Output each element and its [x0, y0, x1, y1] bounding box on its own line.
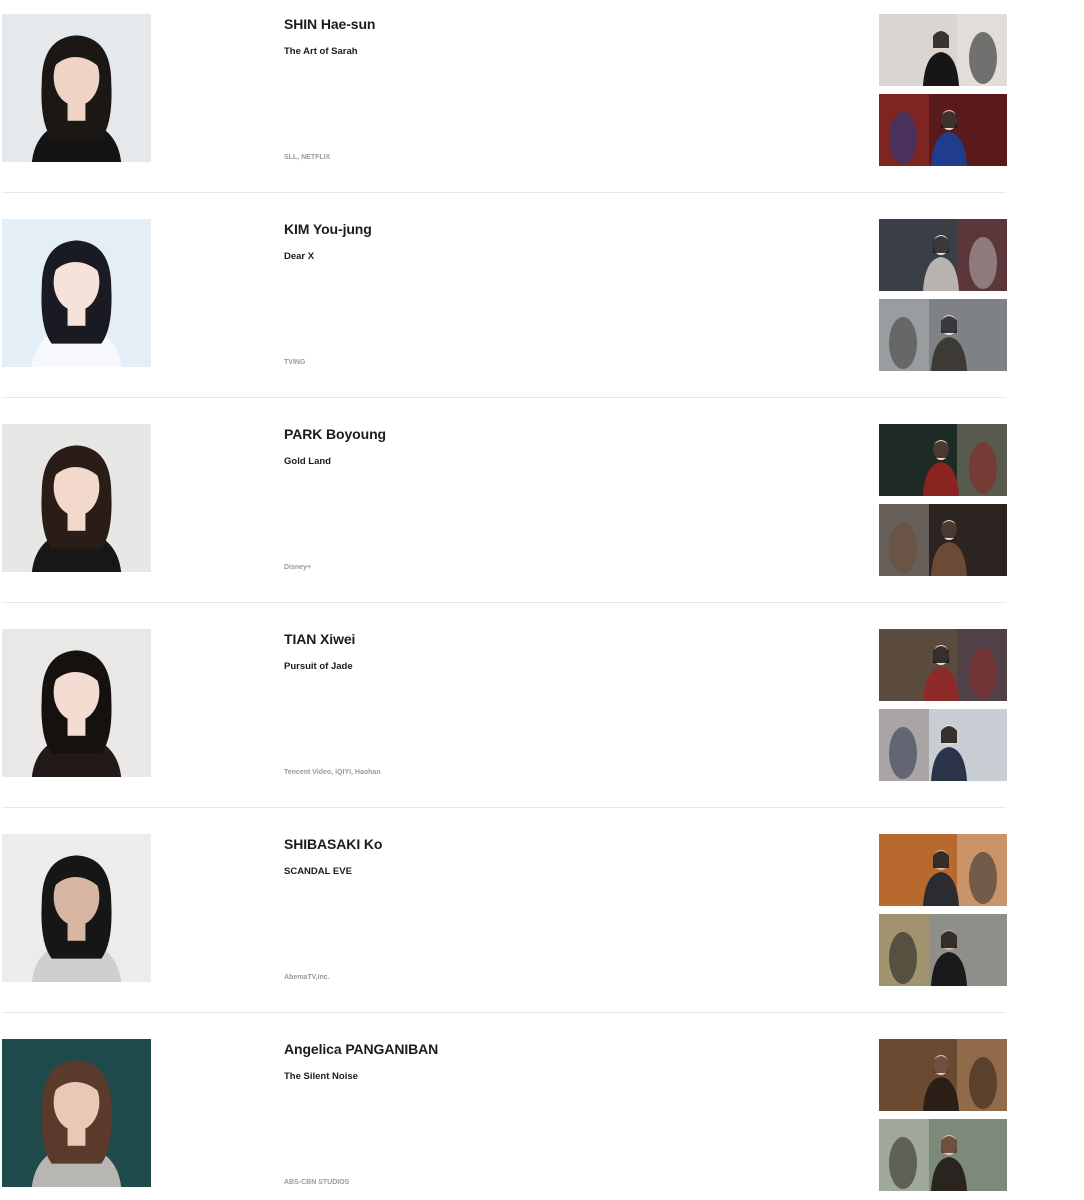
list-item[interactable]: KIM You-jung Dear X TVING: [2, 219, 1007, 424]
still-image[interactable]: [879, 1039, 1007, 1111]
list-item[interactable]: TIAN Xiwei Pursuit of Jade Tencent Video…: [2, 629, 1007, 834]
stills-column: [879, 834, 1007, 994]
still-image[interactable]: [879, 424, 1007, 496]
person-info: SHIBASAKI Ko SCANDAL EVE AbemaTV,Inc.: [284, 834, 844, 982]
still-image[interactable]: [879, 299, 1007, 371]
portrait-image[interactable]: [2, 629, 151, 777]
person-info: SHIN Hae-sun The Art of Sarah SLL, NETFL…: [284, 14, 844, 162]
portrait-image[interactable]: [2, 834, 151, 982]
platform-label: Disney+: [284, 564, 312, 571]
list-item[interactable]: Angelica PANGANIBAN The Silent Noise ABS…: [2, 1039, 1007, 1200]
platform-label: SLL, NETFLIX: [284, 154, 331, 161]
portrait-image[interactable]: [2, 424, 151, 572]
person-name[interactable]: SHIN Hae-sun: [284, 14, 844, 34]
portrait-image[interactable]: [2, 1039, 151, 1187]
work-title: Gold Land: [284, 456, 331, 467]
person-name[interactable]: TIAN Xiwei: [284, 629, 844, 649]
platform-label: Tencent Video, iQIYI, Haohan: [284, 769, 381, 776]
list-item[interactable]: SHIBASAKI Ko SCANDAL EVE AbemaTV,Inc.: [2, 834, 1007, 1039]
work-title: Dear X: [284, 251, 315, 262]
still-image[interactable]: [879, 629, 1007, 701]
list-item[interactable]: PARK Boyoung Gold Land Disney+: [2, 424, 1007, 629]
row-divider: [2, 807, 1006, 808]
row-divider: [2, 397, 1006, 398]
list-item[interactable]: SHIN Hae-sun The Art of Sarah SLL, NETFL…: [2, 14, 1007, 219]
platform-label: AbemaTV,Inc.: [284, 974, 330, 981]
still-image[interactable]: [879, 504, 1007, 576]
person-info: Angelica PANGANIBAN The Silent Noise ABS…: [284, 1039, 844, 1187]
still-image[interactable]: [879, 14, 1007, 86]
stills-column: [879, 629, 1007, 789]
still-image[interactable]: [879, 94, 1007, 166]
person-name[interactable]: KIM You-jung: [284, 219, 844, 239]
still-image[interactable]: [879, 834, 1007, 906]
person-info: TIAN Xiwei Pursuit of Jade Tencent Video…: [284, 629, 844, 777]
platform-label: ABS-CBN STUDIOS: [284, 1179, 350, 1186]
platform-label: TVING: [284, 359, 306, 366]
row-divider: [2, 192, 1006, 193]
work-title: SCANDAL EVE: [284, 866, 352, 877]
person-name[interactable]: Angelica PANGANIBAN: [284, 1039, 844, 1059]
still-image[interactable]: [879, 219, 1007, 291]
still-image[interactable]: [879, 1119, 1007, 1191]
person-name[interactable]: SHIBASAKI Ko: [284, 834, 844, 854]
stills-column: [879, 14, 1007, 174]
person-info: PARK Boyoung Gold Land Disney+: [284, 424, 844, 572]
row-divider: [2, 1012, 1006, 1013]
work-title: Pursuit of Jade: [284, 661, 353, 672]
portrait-image[interactable]: [2, 219, 151, 367]
work-title: The Silent Noise: [284, 1071, 358, 1082]
stills-column: [879, 1039, 1007, 1199]
person-info: KIM You-jung Dear X TVING: [284, 219, 844, 367]
person-name[interactable]: PARK Boyoung: [284, 424, 844, 444]
row-divider: [2, 602, 1006, 603]
still-image[interactable]: [879, 914, 1007, 986]
portrait-image[interactable]: [2, 14, 151, 162]
stills-column: [879, 424, 1007, 584]
work-title: The Art of Sarah: [284, 46, 358, 57]
people-list: SHIN Hae-sun The Art of Sarah SLL, NETFL…: [2, 14, 1007, 1200]
still-image[interactable]: [879, 709, 1007, 781]
stills-column: [879, 219, 1007, 379]
